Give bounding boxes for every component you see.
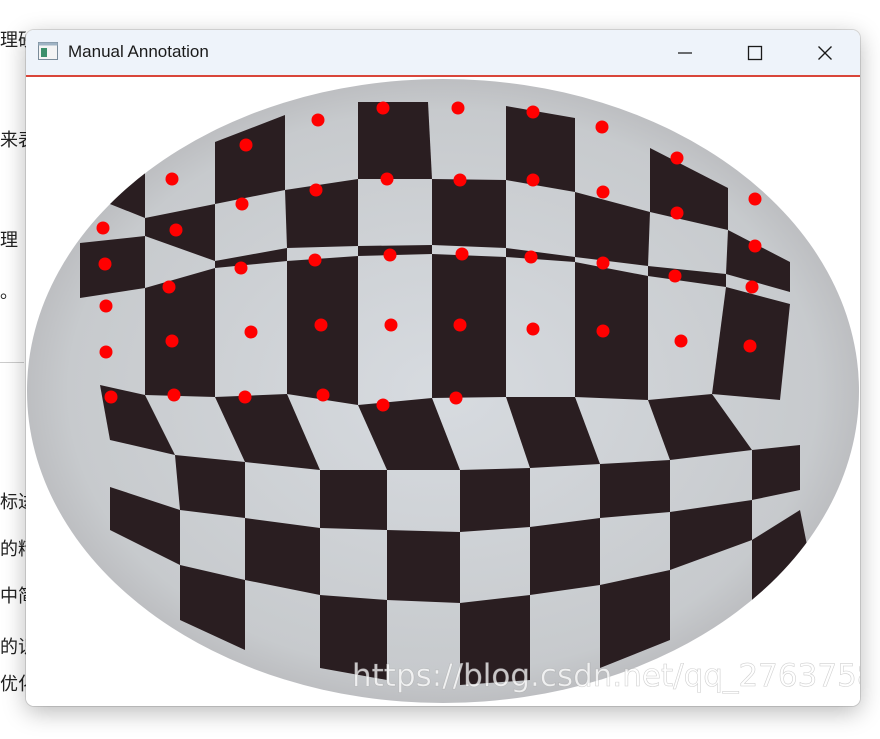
annotation-point[interactable] [384,318,398,332]
background-text-4: 。 [0,282,18,303]
background-text-5: 标进 [0,492,26,513]
annotation-point[interactable] [165,172,179,186]
annotation-point[interactable] [234,261,248,275]
annotation-point[interactable] [596,185,610,199]
annotation-canvas[interactable]: https://blog.csdn.net/qq_27637587 [26,77,860,706]
annotation-point[interactable] [526,105,540,119]
close-button[interactable] [790,30,860,75]
checker-square [432,179,506,248]
annotation-point[interactable] [314,318,328,332]
annotation-point[interactable] [244,325,258,339]
annotation-point[interactable] [668,269,682,283]
annotation-point[interactable] [98,257,112,271]
annotation-point[interactable] [524,250,538,264]
window-title: Manual Annotation [68,42,209,61]
annotation-point[interactable] [745,280,759,294]
annotation-point[interactable] [308,253,322,267]
annotation-point[interactable] [453,173,467,187]
annotation-point[interactable] [748,239,762,253]
annotation-point[interactable] [99,299,113,313]
annotation-point[interactable] [238,390,252,404]
annotation-point[interactable] [376,101,390,115]
checker-square [320,470,387,530]
annotation-point[interactable] [670,151,684,165]
checker-square [80,236,145,298]
annotation-point[interactable] [526,322,540,336]
annotation-point[interactable] [596,256,610,270]
background-text-2: 来表 [0,130,26,151]
annotation-point[interactable] [316,388,330,402]
annotation-point[interactable] [162,280,176,294]
background-text-1: 理硬件特定 [0,30,26,51]
annotation-point[interactable] [595,120,609,134]
minimize-icon [678,51,692,54]
annotation-window: Manual Annotation https://blog.csdn.net/… [26,30,860,706]
annotation-point[interactable] [169,223,183,237]
checker-square [506,106,575,192]
annotation-point[interactable] [165,334,179,348]
annotation-point[interactable] [748,192,762,206]
maximize-icon [747,45,763,60]
close-icon [818,45,832,60]
background-divider [0,362,24,363]
checker-square [600,460,670,518]
background-text-3: 理 [0,230,18,251]
annotation-point[interactable] [235,197,249,211]
checker-square [145,268,215,397]
maximize-button[interactable] [720,30,790,75]
annotation-point[interactable] [526,173,540,187]
checker-square [432,254,506,398]
checker-square [175,455,245,518]
annotation-point[interactable] [311,113,325,127]
checker-square [358,102,432,179]
annotation-point[interactable] [104,390,118,404]
minimize-button[interactable] [650,30,720,75]
annotation-point[interactable] [674,334,688,348]
annotation-point[interactable] [449,391,463,405]
annotation-point[interactable] [309,183,323,197]
app-window-icon [38,42,58,60]
annotation-point[interactable] [670,206,684,220]
background-text-6: 的精 [0,539,26,560]
annotation-point[interactable] [453,318,467,332]
annotation-point[interactable] [96,221,110,235]
annotation-point[interactable] [596,324,610,338]
annotation-point[interactable] [451,101,465,115]
title-bar[interactable]: Manual Annotation [26,30,860,77]
checker-square [530,518,600,595]
annotation-point[interactable] [239,138,253,152]
annotation-point[interactable] [99,345,113,359]
checker-square [460,468,530,532]
annotation-point[interactable] [743,339,757,353]
annotation-point[interactable] [455,247,469,261]
background-text-9: 优化 [0,674,26,695]
annotation-point[interactable] [167,388,181,402]
annotation-point[interactable] [376,398,390,412]
annotation-point[interactable] [383,248,397,262]
checker-square [575,262,648,400]
background-text-7: 中简 [0,586,26,607]
background-text-8: 的识 [0,637,26,658]
checker-square [387,530,460,603]
annotation-point[interactable] [380,172,394,186]
watermark-text: https://blog.csdn.net/qq_27637587 [352,658,860,694]
